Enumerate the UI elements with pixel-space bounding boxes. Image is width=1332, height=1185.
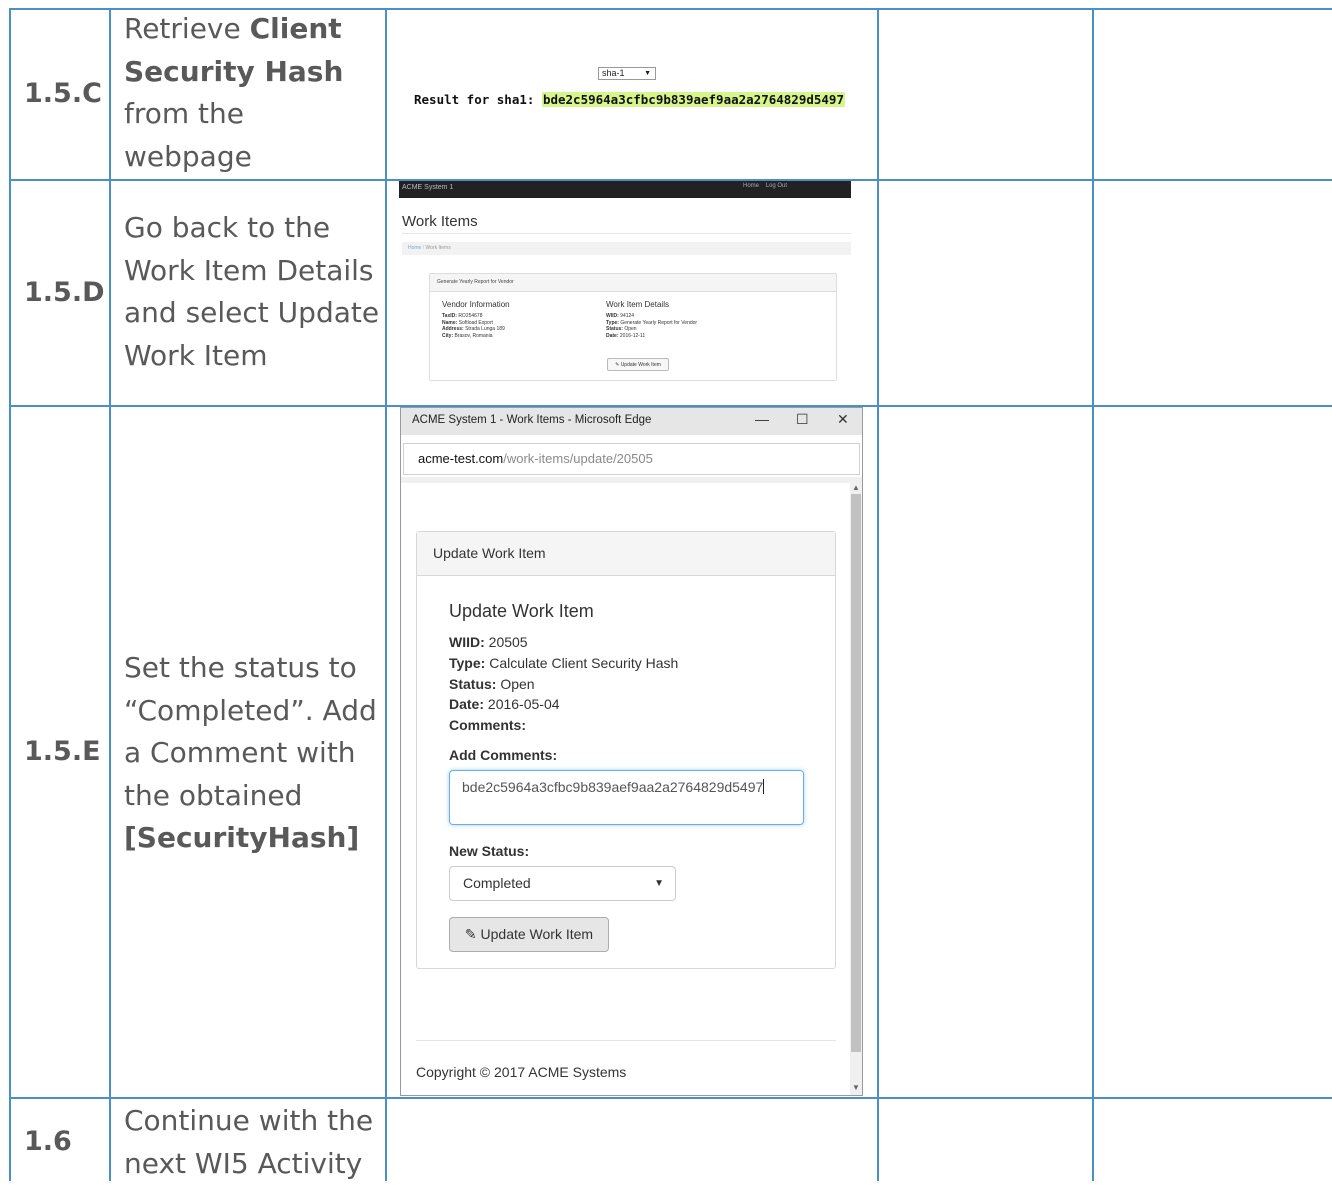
hash-result: Result for sha1: bde2c5964a3cfbc9b839aef… (414, 92, 845, 107)
update-work-item-button[interactable]: ✎ Update Work Item (607, 358, 669, 371)
wiid-label: WIID: (449, 634, 485, 650)
window-title: ACME System 1 - Work Items - Microsoft E… (412, 414, 652, 426)
new-status-label: New Status: (449, 843, 530, 859)
divider (402, 233, 851, 234)
comments-line: Comments: (449, 717, 526, 733)
step-description: Set the status to “Completed”. Add a Com… (124, 651, 377, 854)
comments-label: Comments: (449, 717, 527, 733)
status-label: Status: (449, 676, 497, 692)
hash-algorithm-value: sha-1 (602, 68, 625, 78)
info-label: Address: (442, 326, 466, 332)
url-path: /work-items/update/20505 (503, 451, 653, 466)
column-divider (877, 8, 879, 1181)
info-value: 94124 (620, 313, 635, 319)
status-line: Status: Open (449, 676, 535, 692)
card-header: Update Work Item (417, 532, 835, 576)
step-number: 1.5.D (24, 277, 105, 308)
dropdown-caret-icon: ▼ (644, 70, 651, 77)
url-host: acme-test.com (418, 451, 504, 466)
vendor-info-list: TaxID: RO254678 Name: Softload Export Addr… (442, 313, 505, 339)
app-brand: ACME System 1 (402, 184, 454, 191)
info-label: City: (442, 332, 455, 339)
date-line: Date: 2016-05-04 (449, 696, 560, 712)
info-value: Open (624, 326, 637, 332)
app-navbar: ACME System 1 Home Log Out (399, 181, 851, 198)
type-line: Type: Calculate Client Security Hash (449, 655, 678, 671)
close-icon[interactable]: ✕ (837, 411, 849, 428)
update-work-item-button[interactable]: ✎ Update Work Item (449, 917, 609, 952)
row-divider (10, 1097, 1332, 1099)
info-value: Brasov, Romania (454, 332, 493, 339)
work-item-details-title: Work Item Details (606, 300, 669, 309)
hash-result-label: Result for sha1: (414, 92, 535, 107)
dropdown-caret-icon: ▼ (654, 878, 664, 889)
toolbar-separator (401, 477, 862, 483)
window-titlebar: ACME System 1 - Work Items - Microsoft E… (401, 408, 862, 435)
work-item-details-screenshot: ACME System 1 Home Log Out Work Items Ho… (399, 181, 851, 403)
info-label: Date: (606, 332, 620, 339)
text-cursor (763, 779, 765, 794)
info-value: Strada Lunga 189 (465, 326, 505, 332)
info-value: RO254678 (458, 313, 483, 319)
info-label: WIID: (606, 313, 621, 319)
scroll-down-icon[interactable]: ▼ (850, 1083, 862, 1092)
info-value: 2016-12-11 (619, 332, 646, 339)
breadcrumb-home[interactable]: Home (408, 245, 421, 251)
minimize-icon[interactable]: — (755, 411, 769, 427)
page-title: Work Items (402, 213, 478, 230)
column-divider (9, 8, 11, 1181)
breadcrumb: Home / Work Items (402, 242, 851, 255)
comment-textarea[interactable]: bde2c5964a3cfbc9b839aef9aa2a2764829d5497 (449, 770, 804, 825)
new-status-value: Completed (463, 875, 531, 891)
info-label: Status: (606, 326, 625, 332)
add-comments-label: Add Comments: (449, 747, 558, 763)
wiid-line: WIID: 20505 (449, 634, 528, 650)
step-number: 1.5.C (24, 78, 102, 109)
work-item-panel: Generate Yearly Report for Vendor Vendor… (429, 273, 837, 381)
step-number: 1.5.E (24, 736, 101, 767)
breadcrumb-current: Work Items (425, 245, 451, 251)
info-value: Generate Yearly Report for Vendor (620, 319, 698, 326)
card-title: Update Work Item (449, 601, 594, 621)
wiid-value: 20505 (488, 634, 528, 650)
info-row: Date: 2016-12-11 (606, 333, 697, 340)
info-label: Type: (606, 319, 621, 326)
step-description: Go back to the Work Item Details and sel… (124, 211, 380, 372)
info-row: City: Brasov, Romania (442, 333, 505, 340)
column-divider (385, 8, 387, 1181)
maximize-icon[interactable]: ☐ (796, 411, 809, 428)
info-label: TaxID: (442, 313, 459, 319)
type-value: Calculate Client Security Hash (489, 655, 679, 671)
vertical-scrollbar[interactable]: ▲ ▼ (850, 483, 862, 1095)
date-value: 2016-05-04 (487, 696, 560, 712)
nav-home-link[interactable]: Home (743, 183, 759, 189)
update-work-item-card: Update Work Item Update Work Item WIID: … (416, 531, 836, 969)
footer-divider (416, 1040, 836, 1041)
step-description: Retrieve Client Security Hash from the w… (124, 12, 344, 173)
column-divider (109, 8, 111, 1181)
info-label: Name: (442, 319, 459, 326)
address-bar[interactable]: acme-test.com/work-items/update/20505 (403, 443, 860, 475)
hash-result-value: bde2c5964a3cfbc9b839aef9aa2a2764829d5497 (541, 92, 845, 107)
hash-algorithm-select[interactable]: sha-1 ▼ (598, 67, 656, 80)
step-description: Continue with the next WI5 Activity (124, 1104, 374, 1180)
work-item-details-list: WIID: 94124 Type: Generate Yearly Report … (606, 313, 697, 339)
navbar-links: Home Log Out (743, 183, 787, 189)
date-label: Date: (449, 696, 485, 712)
footer-copyright: Copyright © 2017 ACME Systems (416, 1064, 627, 1080)
vendor-info-title: Vendor Information (442, 300, 510, 309)
panel-title: Generate Yearly Report for Vendor (430, 274, 836, 292)
scrollbar-thumb[interactable] (851, 494, 861, 1052)
status-value: Open (500, 676, 535, 692)
browser-window: ACME System 1 - Work Items - Microsoft E… (400, 407, 863, 1096)
scroll-up-icon[interactable]: ▲ (850, 483, 862, 492)
type-label: Type: (449, 655, 486, 671)
new-status-select[interactable]: Completed ▼ (449, 866, 676, 901)
info-value: Softload Export (458, 319, 493, 326)
column-divider (1092, 8, 1094, 1181)
nav-logout-link[interactable]: Log Out (766, 183, 787, 189)
comment-value: bde2c5964a3cfbc9b839aef9aa2a2764829d5497 (462, 779, 764, 795)
step-number: 1.6 (24, 1126, 72, 1157)
